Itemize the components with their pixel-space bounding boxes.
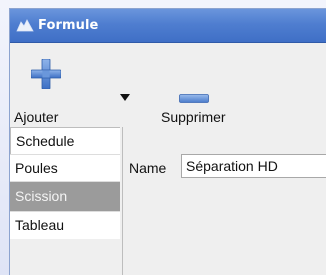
sidebar-item-label: Poules xyxy=(15,160,58,176)
sidebar-item-label: Schedule xyxy=(16,133,75,149)
window-titlebar[interactable]: Formule xyxy=(10,9,326,43)
desktop-background: Formule Ajouter Supprimer Schedule Poule… xyxy=(0,0,326,275)
sidebar-item-poules[interactable]: Poules xyxy=(10,154,120,182)
name-label: Name xyxy=(129,160,167,176)
add-button[interactable]: Ajouter xyxy=(10,43,70,127)
window-title: Formule xyxy=(38,18,99,33)
sidebar: Schedule Poules Scission Tableau xyxy=(10,127,122,275)
sidebar-item-label: Tableau xyxy=(15,217,65,233)
sidebar-item-schedule[interactable]: Schedule xyxy=(10,127,120,155)
minus-icon xyxy=(179,94,209,103)
formule-window: Formule Ajouter Supprimer Schedule Poule… xyxy=(9,8,326,275)
remove-button[interactable]: Supprimer xyxy=(140,43,240,127)
add-button-label: Ajouter xyxy=(14,109,59,125)
name-input[interactable] xyxy=(181,154,326,178)
content-panel: Name xyxy=(122,127,326,275)
sidebar-item-scission[interactable]: Scission xyxy=(10,181,120,211)
sidebar-item-label: Scission xyxy=(15,188,68,204)
remove-button-label: Supprimer xyxy=(161,109,226,125)
sidebar-item-tableau[interactable]: Tableau xyxy=(10,211,120,239)
dropdown-arrow-icon[interactable] xyxy=(120,94,130,101)
app-icon xyxy=(16,19,34,32)
plus-icon xyxy=(31,59,61,89)
toolbar: Ajouter Supprimer xyxy=(10,43,326,127)
